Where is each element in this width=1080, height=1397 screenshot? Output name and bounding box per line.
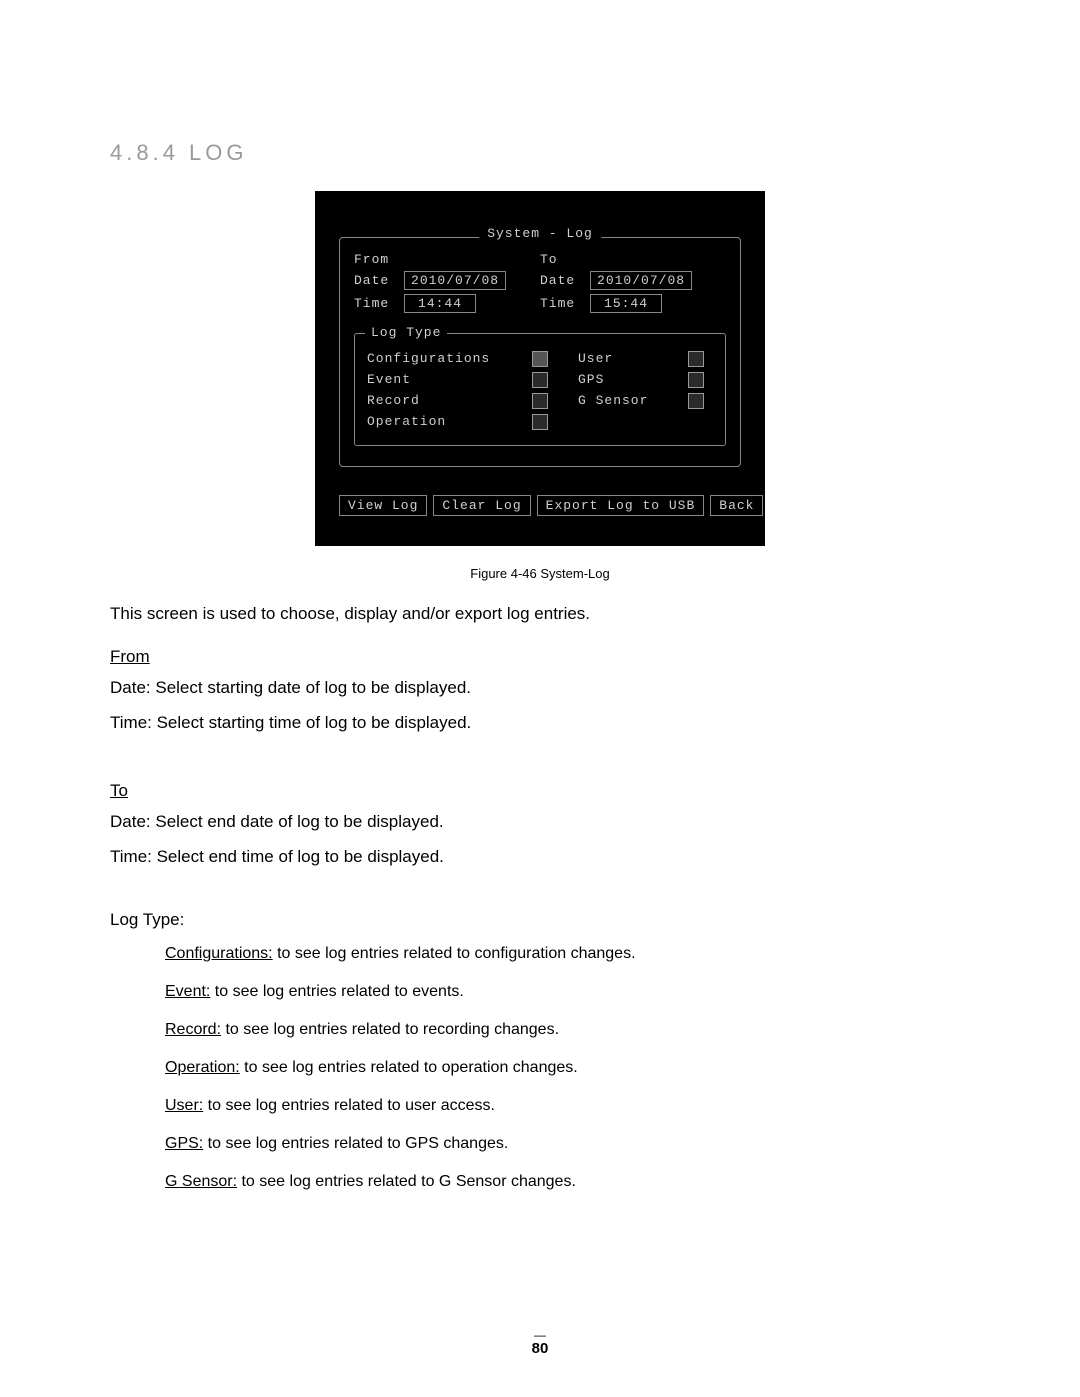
logtype-subhead: Log Type: [110,910,970,930]
opt-user-checkbox[interactable] [688,351,704,367]
to-time-desc: Time: Select end time of log to be displ… [110,844,970,870]
from-time-label: Time [354,296,389,311]
desc-event: Event: to see log entries related to eve… [165,980,970,1004]
to-subhead: To [110,781,970,801]
from-date-desc: Date: Select starting date of log to be … [110,675,970,701]
from-label: From [354,252,389,267]
desc-gsensor: G Sensor: to see log entries related to … [165,1170,970,1194]
opt-configurations-label: Configurations [367,351,532,367]
from-date-label: Date [354,273,389,288]
to-date-desc: Date: Select end date of log to be displ… [110,809,970,835]
view-log-button[interactable]: View Log [339,495,427,516]
desc-operation: Operation: to see log entries related to… [165,1056,970,1080]
export-log-button[interactable]: Export Log to USB [537,495,705,516]
clear-log-button[interactable]: Clear Log [433,495,530,516]
from-subhead: From [110,647,970,667]
page-number: — 80 [0,1328,1080,1357]
opt-gps-checkbox[interactable] [688,372,704,388]
opt-event-label: Event [367,372,532,388]
figure-caption: Figure 4-46 System-Log [110,566,970,581]
opt-record-label: Record [367,393,532,409]
desc-gps: GPS: to see log entries related to GPS c… [165,1132,970,1156]
from-time-field[interactable]: 14:44 [404,294,476,313]
desc-user: User: to see log entries related to user… [165,1094,970,1118]
intro-text: This screen is used to choose, display a… [110,601,970,627]
back-button[interactable]: Back [710,495,763,516]
section-heading: 4.8.4 LOG [110,140,970,166]
opt-configurations-checkbox[interactable] [532,351,548,367]
opt-event-checkbox[interactable] [532,372,548,388]
to-time-field[interactable]: 15:44 [590,294,662,313]
to-time-label: Time [540,296,575,311]
to-label: To [540,252,558,267]
opt-gsensor-checkbox[interactable] [688,393,704,409]
desc-record: Record: to see log entries related to re… [165,1018,970,1042]
dvr-log-screen: System - Log From To Date 2010/07/08 Dat… [315,191,765,546]
desc-configurations: Configurations: to see log entries relat… [165,942,970,966]
to-date-field[interactable]: 2010/07/08 [590,271,692,290]
opt-operation-checkbox[interactable] [532,414,548,430]
dvr-title: System - Log [479,226,601,241]
opt-gps-label: GPS [578,372,688,388]
log-type-group-label: Log Type [365,325,447,340]
opt-user-label: User [578,351,688,367]
opt-gsensor-label: G Sensor [578,393,688,409]
opt-operation-label: Operation [367,414,532,430]
to-date-label: Date [540,273,575,288]
opt-record-checkbox[interactable] [532,393,548,409]
from-time-desc: Time: Select starting time of log to be … [110,710,970,736]
from-date-field[interactable]: 2010/07/08 [404,271,506,290]
